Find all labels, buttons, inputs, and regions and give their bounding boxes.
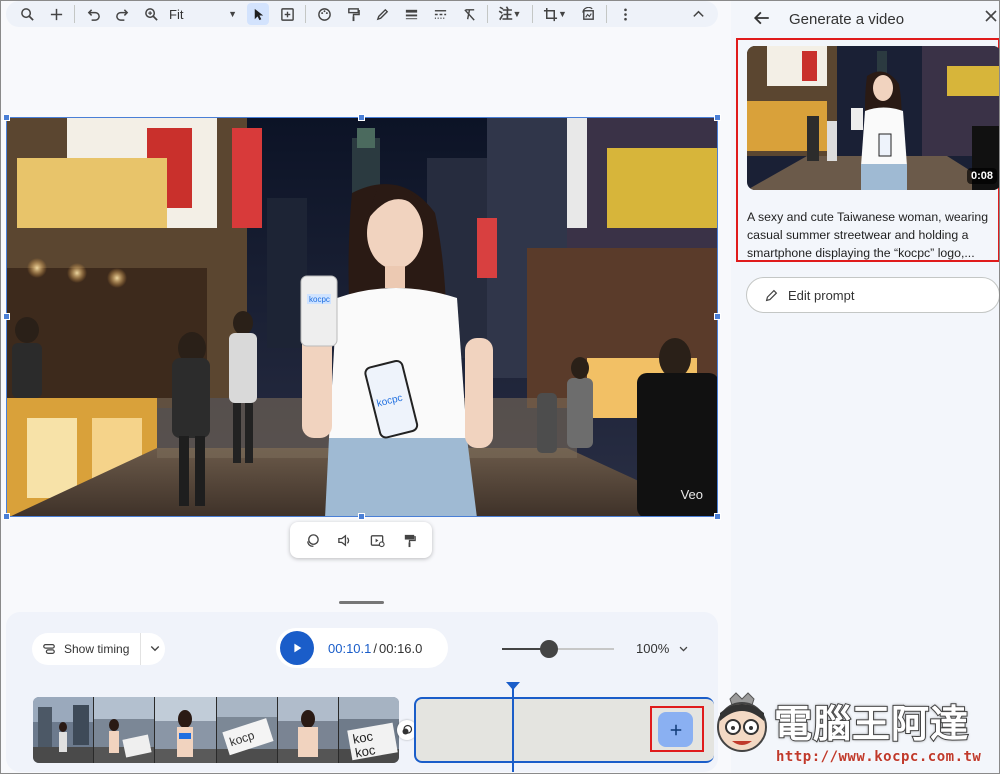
- svg-text:kocpc: kocpc: [309, 295, 330, 304]
- redo-icon[interactable]: [111, 3, 133, 25]
- playhead[interactable]: [512, 686, 514, 772]
- resize-handle-tr[interactable]: [714, 114, 721, 121]
- line-weight-icon[interactable]: [400, 3, 422, 25]
- show-timing-button[interactable]: Show timing: [32, 633, 165, 665]
- toolbar-divider: [487, 5, 488, 23]
- pencil-icon: [765, 289, 778, 301]
- resize-handle-mr[interactable]: [714, 313, 721, 320]
- time-separator: /: [373, 640, 377, 656]
- highlight-box: [650, 706, 704, 752]
- resize-handle-br[interactable]: [714, 513, 721, 520]
- timing-icon: [43, 644, 55, 654]
- playhead-marker[interactable]: [506, 682, 520, 690]
- play-button[interactable]: [280, 631, 314, 665]
- animate-icon[interactable]: [301, 529, 323, 551]
- pointer-icon[interactable]: [247, 3, 269, 25]
- crop-icon[interactable]: ▼: [540, 3, 570, 25]
- add-icon[interactable]: [45, 3, 67, 25]
- zoom-select-value: Fit: [169, 6, 184, 22]
- caret-down-icon: ▼: [228, 9, 237, 19]
- show-timing-label: Show timing: [64, 642, 130, 656]
- resize-handle-tl[interactable]: [3, 114, 10, 121]
- generated-video-thumbnail[interactable]: 0:08: [747, 46, 1000, 190]
- panel-title: Generate a video: [789, 11, 905, 28]
- toolbar-divider: [305, 5, 306, 23]
- video-clip[interactable]: kocp koc koc: [33, 697, 399, 763]
- panel-resize-handle[interactable]: [339, 601, 384, 604]
- add-text-box-icon[interactable]: [276, 3, 298, 25]
- search-icon[interactable]: [16, 3, 38, 25]
- veo-watermark: Veo: [680, 487, 703, 502]
- playback-controls: 00:10.1 / 00:16.0: [276, 628, 448, 668]
- show-timing-divider: [140, 633, 142, 665]
- total-time: 00:16.0: [379, 640, 423, 656]
- video-floating-toolbar: [290, 522, 432, 558]
- clip-thumbnail: kocp: [216, 697, 278, 763]
- back-arrow-icon[interactable]: [753, 9, 771, 32]
- timeline-zoom-percent[interactable]: 100%: [636, 641, 669, 656]
- editor-toolbar: Fit ▼ 注 ▼ ▼: [6, 1, 718, 27]
- watermark-url: http://www.kocpc.com.tw: [776, 749, 982, 765]
- toolbar-divider: [532, 5, 533, 23]
- paint-format-icon[interactable]: [342, 3, 364, 25]
- replace-image-icon[interactable]: [577, 3, 599, 25]
- slider-knob[interactable]: [540, 640, 559, 658]
- volume-icon[interactable]: [334, 529, 356, 551]
- clip-thumbnail: [33, 697, 95, 763]
- play-icon: [294, 643, 302, 653]
- zoom-icon[interactable]: [140, 3, 162, 25]
- site-watermark: 電腦王阿達 http://www.kocpc.com.tw: [712, 685, 1000, 774]
- watermark-brand: 電腦王阿達: [773, 701, 970, 747]
- night-market-video-frame: kocpc kocpc: [7, 118, 717, 516]
- more-icon[interactable]: [614, 3, 636, 25]
- paint-roller-icon[interactable]: [399, 529, 421, 551]
- clip-thumbnail: [155, 697, 217, 763]
- video-canvas[interactable]: kocpc kocpc Veo: [6, 117, 718, 517]
- mascot-logo: [717, 692, 767, 752]
- undo-icon[interactable]: [82, 3, 104, 25]
- resize-handle-bc[interactable]: [358, 513, 365, 520]
- annotate-icon[interactable]: 注 ▼: [495, 3, 525, 25]
- palette-icon[interactable]: [313, 3, 335, 25]
- resize-handle-bl[interactable]: [3, 513, 10, 520]
- prompt-text: A sexy and cute Taiwanese woman, wearing…: [747, 210, 989, 260]
- close-icon[interactable]: [983, 8, 999, 29]
- generate-video-panel: Generate a video 0:08 A sexy and cute Ta…: [731, 0, 1000, 774]
- resize-handle-tc[interactable]: [358, 114, 365, 121]
- edit-prompt-button[interactable]: Edit prompt: [746, 277, 1000, 313]
- line-dash-icon[interactable]: [429, 3, 451, 25]
- chevron-down-icon[interactable]: [678, 643, 689, 657]
- transition-icon: [402, 724, 413, 735]
- generated-video-result[interactable]: 0:08 A sexy and cute Taiwanese woman, we…: [736, 38, 1000, 262]
- resize-handle-ml[interactable]: [3, 313, 10, 320]
- toolbar-divider: [74, 5, 75, 23]
- edit-prompt-label: Edit prompt: [788, 287, 855, 303]
- current-time: 00:10.1: [328, 640, 372, 656]
- chevron-down-icon[interactable]: [149, 642, 161, 657]
- video-settings-icon[interactable]: [366, 529, 388, 551]
- clip-thumbnail: [94, 697, 156, 763]
- pen-icon[interactable]: [371, 3, 393, 25]
- video-duration-badge: 0:08: [966, 168, 997, 184]
- collapse-icon[interactable]: [687, 3, 709, 25]
- zoom-select[interactable]: Fit ▼: [169, 7, 237, 22]
- toolbar-divider: [606, 5, 607, 23]
- clear-format-icon[interactable]: [458, 3, 480, 25]
- timeline-zoom-slider[interactable]: [502, 640, 614, 658]
- clip-thumbnail: [277, 697, 339, 763]
- timeline-panel: Show timing 00:10.1 / 00:16.0 100% kocp: [6, 612, 718, 772]
- clip-thumbnail: koc koc: [338, 697, 399, 763]
